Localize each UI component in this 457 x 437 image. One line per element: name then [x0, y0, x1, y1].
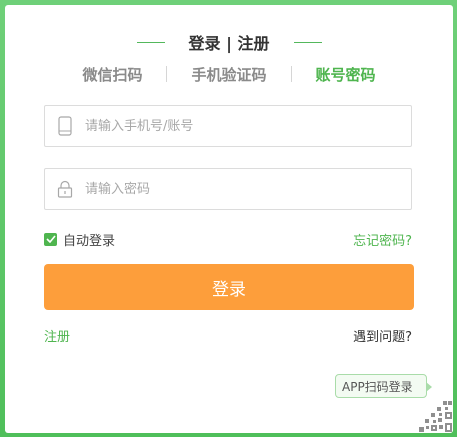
auto-login-toggle[interactable]: 自动登录	[44, 230, 115, 249]
title-row: 登录 | 注册	[5, 31, 453, 53]
login-button[interactable]: 登录	[44, 264, 414, 310]
title-line-right	[293, 41, 322, 43]
page-title: 登录 | 注册	[188, 34, 270, 53]
options-row: 自动登录 忘记密码?	[44, 229, 412, 249]
lock-icon	[45, 169, 85, 209]
login-tabs: 微信扫码 手机验证码 账号密码	[5, 63, 453, 85]
forgot-password-link[interactable]: 忘记密码?	[353, 230, 412, 249]
tab-divider	[166, 66, 168, 82]
qr-code-icon[interactable]	[417, 397, 453, 433]
tab-divider	[290, 66, 292, 82]
phone-field[interactable]	[44, 105, 412, 147]
auto-login-label: 自动登录	[63, 233, 116, 249]
title-line-left	[136, 41, 165, 43]
login-card: 登录 | 注册 微信扫码 手机验证码 账号密码 请输入手机号/账号 自动登录 忘…	[5, 5, 453, 433]
tab-wechat-scan[interactable]: 微信扫码	[82, 64, 142, 85]
tab-account-password[interactable]: 账号密码	[316, 64, 376, 85]
phone-icon	[45, 106, 85, 146]
check-icon	[45, 235, 56, 243]
phone-input[interactable]	[85, 111, 385, 141]
tab-sms-code[interactable]: 手机验证码	[191, 64, 266, 85]
bottom-links: 注册 遇到问题?	[44, 325, 412, 345]
password-input[interactable]	[85, 174, 385, 204]
help-link[interactable]: 遇到问题?	[353, 326, 412, 345]
register-link[interactable]: 注册	[44, 326, 70, 345]
app-scan-tooltip: APP扫码登录	[335, 374, 432, 398]
password-field[interactable]	[44, 168, 412, 210]
auto-login-checkbox[interactable]	[44, 232, 57, 246]
